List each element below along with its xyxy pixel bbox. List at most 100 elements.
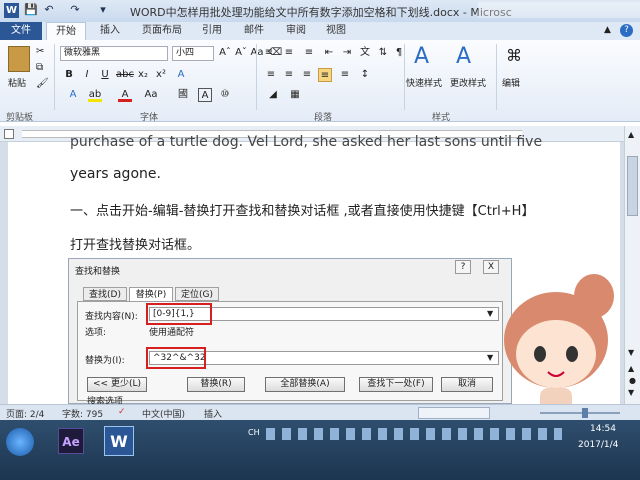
change-styles-label[interactable]: 更改样式: [450, 76, 486, 89]
start-button-icon[interactable]: [6, 428, 34, 456]
superscript-icon[interactable]: x²: [154, 68, 168, 82]
find-replace-dialog: 查找和替换 ? X 查找(D) 替换(P) 定位(G) 查找内容(N): [0-…: [68, 258, 512, 407]
clock-time[interactable]: 14:54: [590, 424, 616, 434]
quick-styles-icon[interactable]: A: [414, 44, 429, 69]
font-color-icon[interactable]: A: [118, 88, 132, 102]
text-effects-icon[interactable]: A: [66, 88, 80, 102]
ime-indicator[interactable]: CH: [248, 428, 260, 437]
bullets-icon[interactable]: ≡: [262, 46, 276, 60]
word-logo-icon[interactable]: W: [4, 3, 19, 18]
italic-icon[interactable]: I: [80, 68, 94, 82]
increase-indent-icon[interactable]: ⇥: [340, 46, 354, 60]
scroll-down-icon[interactable]: ▼: [628, 348, 634, 357]
format-painter-icon[interactable]: 🖌: [36, 78, 49, 89]
tab-replace[interactable]: 替换(P): [129, 287, 173, 301]
tray-icons[interactable]: [266, 428, 562, 440]
customize-icon[interactable]: ▾: [96, 3, 110, 17]
multilevel-list-icon[interactable]: ≡: [302, 46, 316, 60]
align-left-icon[interactable]: ≡: [264, 68, 278, 82]
subscript-icon[interactable]: x₂: [136, 68, 150, 82]
numbering-icon[interactable]: ≡: [282, 46, 296, 60]
sort-icon[interactable]: ⇅: [376, 46, 390, 60]
vertical-scrollbar[interactable]: ▲ ▼ ▲ ● ▼: [624, 126, 640, 404]
distributed-icon[interactable]: ≡: [338, 68, 352, 82]
tab-file[interactable]: 文件: [0, 22, 42, 40]
tab-home[interactable]: 开始: [46, 22, 86, 40]
cut-icon[interactable]: ✂: [36, 46, 44, 57]
redo-icon[interactable]: ↷: [68, 3, 82, 17]
eye-icon: [566, 346, 578, 362]
next-page-icon[interactable]: ▼: [628, 388, 634, 397]
quick-styles-label[interactable]: 快速样式: [406, 76, 442, 89]
browse-object-icon[interactable]: ●: [629, 376, 636, 385]
undo-icon[interactable]: ↶: [42, 3, 56, 17]
divider: [496, 44, 497, 110]
binoculars-icon[interactable]: ⌘: [506, 46, 522, 65]
window-title: WORD中怎样用批处理功能给文中所有数字添加空格和下划线.docx - Micr…: [130, 6, 512, 19]
save-icon[interactable]: 💾: [24, 3, 38, 17]
character-size-icon[interactable]: Aa: [144, 88, 158, 102]
chinese-layout-icon[interactable]: 文: [358, 46, 372, 60]
copy-icon[interactable]: ⧉: [36, 62, 43, 73]
clock-date[interactable]: 2017/1/4: [578, 440, 618, 450]
replace-button[interactable]: 替换(R): [187, 377, 245, 392]
word-count[interactable]: 字数: 795: [62, 407, 103, 420]
grow-font-icon[interactable]: Aˆ: [218, 46, 232, 60]
text-effects-icon[interactable]: A: [174, 68, 188, 82]
find-next-button[interactable]: 查找下一处(F): [359, 377, 433, 392]
dropdown-arrow-icon[interactable]: ▼: [487, 309, 493, 318]
zoom-slider[interactable]: [540, 412, 620, 414]
title-bar: W 💾 ↶ ↷ ▾ WORD中怎样用批处理功能给文中所有数字添加空格和下划线.d…: [0, 0, 640, 22]
taskbar-app-ae[interactable]: Ae: [58, 428, 84, 454]
proofing-icon[interactable]: ✓: [118, 407, 126, 417]
character-border-icon[interactable]: A: [198, 88, 212, 102]
tab-selector-icon[interactable]: [4, 129, 14, 139]
shrink-font-icon[interactable]: Aˇ: [234, 46, 248, 60]
cancel-button[interactable]: 取消: [441, 377, 493, 392]
borders-icon[interactable]: ▦: [288, 88, 302, 102]
shading-icon[interactable]: ◢: [266, 88, 280, 102]
help-icon[interactable]: ?: [620, 24, 633, 37]
tab-page-layout[interactable]: 页面布局: [136, 22, 188, 40]
tab-review[interactable]: 审阅: [280, 22, 312, 40]
taskbar-app-word[interactable]: W: [104, 426, 134, 456]
tab-goto[interactable]: 定位(G): [175, 287, 219, 301]
align-center-icon[interactable]: ≡: [282, 68, 296, 82]
tab-find[interactable]: 查找(D): [83, 287, 127, 301]
zoom-thumb[interactable]: [582, 408, 588, 418]
edit-label[interactable]: 编辑: [502, 76, 520, 89]
prev-page-icon[interactable]: ▲: [628, 364, 634, 373]
scroll-thumb[interactable]: [627, 156, 638, 216]
replace-all-button[interactable]: 全部替换(A): [265, 377, 345, 392]
scroll-up-icon[interactable]: ▲: [628, 130, 634, 139]
enclose-characters-icon[interactable]: ⑩: [218, 88, 232, 102]
phonetic-guide-icon[interactable]: 國: [176, 88, 190, 102]
paste-icon[interactable]: [8, 46, 30, 72]
tab-references[interactable]: 引用: [196, 22, 228, 40]
view-buttons[interactable]: [418, 407, 490, 419]
tab-view[interactable]: 视图: [320, 22, 352, 40]
less-button[interactable]: << 更少(L): [87, 377, 147, 392]
line-spacing-icon[interactable]: ↕: [358, 68, 372, 82]
strikethrough-icon[interactable]: abc: [116, 68, 134, 82]
underline-icon[interactable]: U: [98, 68, 112, 82]
replace-highlight: [146, 347, 206, 369]
decrease-indent-icon[interactable]: ⇤: [322, 46, 336, 60]
dropdown-arrow-icon[interactable]: ▼: [487, 353, 493, 362]
change-styles-icon[interactable]: A: [456, 44, 471, 69]
insert-mode[interactable]: 插入: [204, 407, 222, 420]
justify-icon[interactable]: ≡: [318, 68, 332, 82]
font-name-combo[interactable]: 微软雅黑: [60, 46, 168, 61]
highlight-color-icon[interactable]: ab: [88, 88, 102, 102]
paste-button-label[interactable]: 粘贴: [8, 76, 26, 89]
tab-mailings[interactable]: 邮件: [238, 22, 270, 40]
dialog-help-button[interactable]: ?: [455, 260, 471, 274]
language-status[interactable]: 中文(中国): [142, 407, 185, 420]
font-size-combo[interactable]: 小四: [172, 46, 214, 61]
minimize-ribbon-icon[interactable]: ▲: [604, 25, 611, 35]
align-right-icon[interactable]: ≡: [300, 68, 314, 82]
page-count[interactable]: 页面: 2/4: [6, 407, 44, 420]
bold-icon[interactable]: B: [62, 68, 76, 82]
paragraph-group-label: 段落: [314, 113, 333, 123]
tab-insert[interactable]: 插入: [92, 22, 128, 40]
